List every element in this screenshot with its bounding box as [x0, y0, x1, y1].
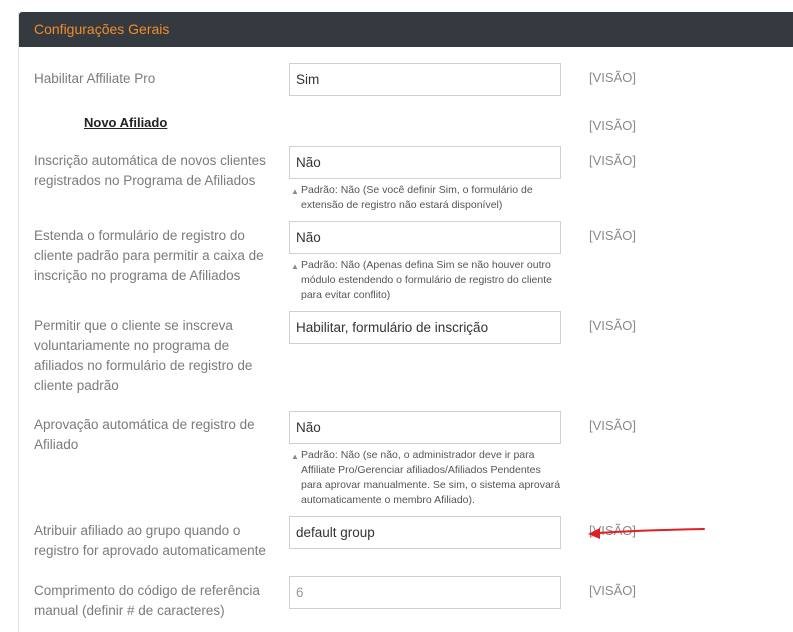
view-link[interactable]: [VISÃO]	[589, 117, 636, 135]
extend-registration-select[interactable]: Não	[289, 221, 561, 254]
affiliate-group-select[interactable]: default group	[289, 516, 561, 549]
hint-text: Padrão: Não (Se você definir Sim, o form…	[301, 184, 533, 211]
view-link[interactable]: [VISÃO]	[589, 582, 636, 600]
setting-label: Aprovação automática de registro de Afil…	[34, 417, 255, 452]
setting-hint: ▲ Padrão: Não (se não, o administrador d…	[291, 448, 563, 508]
setting-label: Estenda o formulário de registro do clie…	[34, 228, 264, 283]
setting-label: Permitir que o cliente se inscreva volun…	[34, 318, 253, 393]
left-gutter	[0, 0, 18, 632]
triangle-up-icon: ▲	[291, 452, 299, 461]
setting-hint: ▲ Padrão: Não (Se você definir Sim, o fo…	[291, 183, 563, 213]
hint-text: Padrão: Não (se não, o administrador dev…	[301, 449, 561, 506]
panel-title: Configurações Gerais	[34, 21, 170, 37]
setting-label: Inscrição automática de novos clientes r…	[34, 153, 266, 188]
setting-label: Comprimento do código de referência manu…	[34, 583, 260, 618]
hint-text: Padrão: Não (Apenas defina Sim se não ho…	[301, 259, 552, 301]
section-heading: Novo Afiliado	[84, 115, 168, 130]
triangle-up-icon: ▲	[291, 262, 299, 271]
triangle-up-icon: ▲	[291, 187, 299, 196]
view-link[interactable]: [VISÃO]	[589, 69, 636, 87]
voluntary-signup-select[interactable]: Habilitar, formulário de inscrição	[289, 311, 561, 344]
red-arrow-annotation	[588, 528, 705, 539]
setting-label: Atribuir afiliado ao grupo quando o regi…	[34, 523, 266, 558]
setting-hint: ▲ Padrão: Não (Apenas defina Sim se não …	[291, 258, 563, 303]
panel-header: Configurações Gerais	[19, 12, 793, 47]
enable-affiliate-pro-select[interactable]: Sim	[289, 63, 561, 96]
auto-approve-select[interactable]: Não	[289, 411, 561, 444]
view-link[interactable]: [VISÃO]	[589, 317, 636, 335]
referral-code-length-input[interactable]: 6	[289, 576, 561, 609]
view-link[interactable]: [VISÃO]	[589, 417, 636, 435]
view-link[interactable]: [VISÃO]	[589, 227, 636, 245]
view-link[interactable]: [VISÃO]	[589, 152, 636, 170]
auto-enroll-select[interactable]: Não	[289, 146, 561, 179]
setting-label: Habilitar Affiliate Pro	[34, 71, 156, 86]
